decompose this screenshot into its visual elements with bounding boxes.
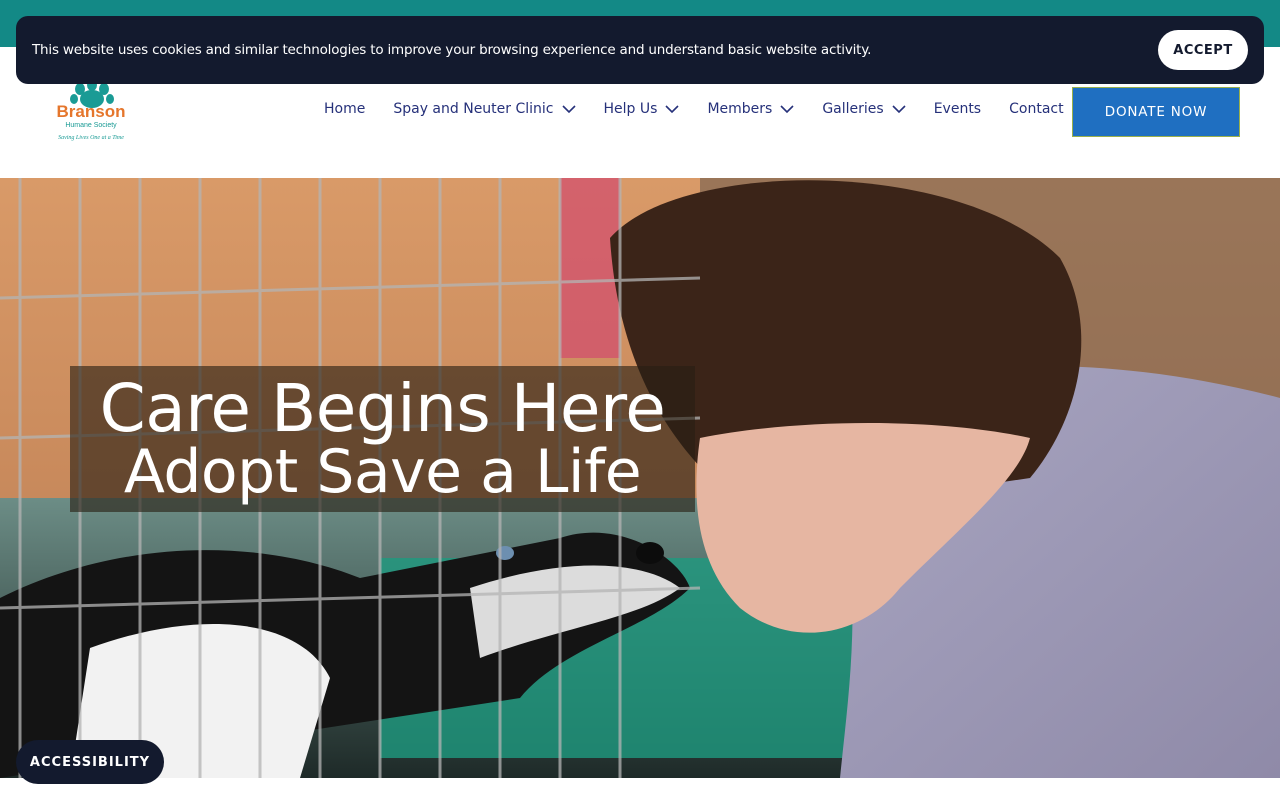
nav-item-label: Galleries: [822, 101, 884, 117]
main-nav: Home Spay and Neuter Clinic Help Us Memb…: [324, 101, 1092, 117]
donate-now-button[interactable]: DONATE NOW: [1072, 87, 1240, 137]
svg-text:Branson: Branson: [57, 102, 126, 121]
chevron-down-icon: [780, 104, 794, 113]
nav-item-spay-neuter-clinic[interactable]: Spay and Neuter Clinic: [393, 101, 576, 117]
cookie-banner: This website uses cookies and similar te…: [16, 16, 1264, 84]
nav-item-label: Help Us: [603, 101, 658, 117]
nav-item-label: Events: [933, 101, 982, 117]
chevron-down-icon: [561, 104, 576, 113]
nav-item-label: Spay and Neuter Clinic: [393, 101, 554, 117]
nav-item-home[interactable]: Home: [324, 101, 365, 117]
accessibility-button[interactable]: ACCESSIBILITY: [16, 740, 164, 784]
nav-item-label: Home: [324, 101, 366, 117]
hero-banner: Care Begins Here Adopt Save a Life: [0, 178, 1280, 778]
chevron-down-icon: [892, 104, 906, 113]
nav-item-events[interactable]: Events: [934, 101, 981, 117]
svg-text:Humane Society: Humane Society: [65, 122, 117, 129]
nav-item-members[interactable]: Members: [707, 101, 794, 117]
svg-text:Saving Lives One at a Time: Saving Lives One at a Time: [58, 135, 124, 141]
paw-icon: Branson Humane Society Saving Lives One …: [57, 79, 126, 141]
hero-headline-line-1: Care Begins Here: [99, 370, 666, 447]
hero-headline: Care Begins Here Adopt Save a Life: [70, 366, 695, 512]
nav-item-contact[interactable]: Contact: [1009, 101, 1063, 117]
site-logo[interactable]: Branson Humane Society Saving Lives One …: [46, 77, 136, 147]
cookie-message: This website uses cookies and similar te…: [32, 42, 872, 58]
nav-item-galleries[interactable]: Galleries: [822, 101, 906, 117]
chevron-down-icon: [665, 104, 680, 113]
nav-item-label: Contact: [1009, 101, 1064, 117]
nav-item-label: Members: [707, 101, 773, 117]
hero-headline-line-2: Adopt Save a Life: [123, 437, 642, 507]
accept-cookies-button[interactable]: ACCEPT: [1158, 30, 1248, 70]
nav-item-help-us[interactable]: Help Us: [604, 101, 680, 117]
